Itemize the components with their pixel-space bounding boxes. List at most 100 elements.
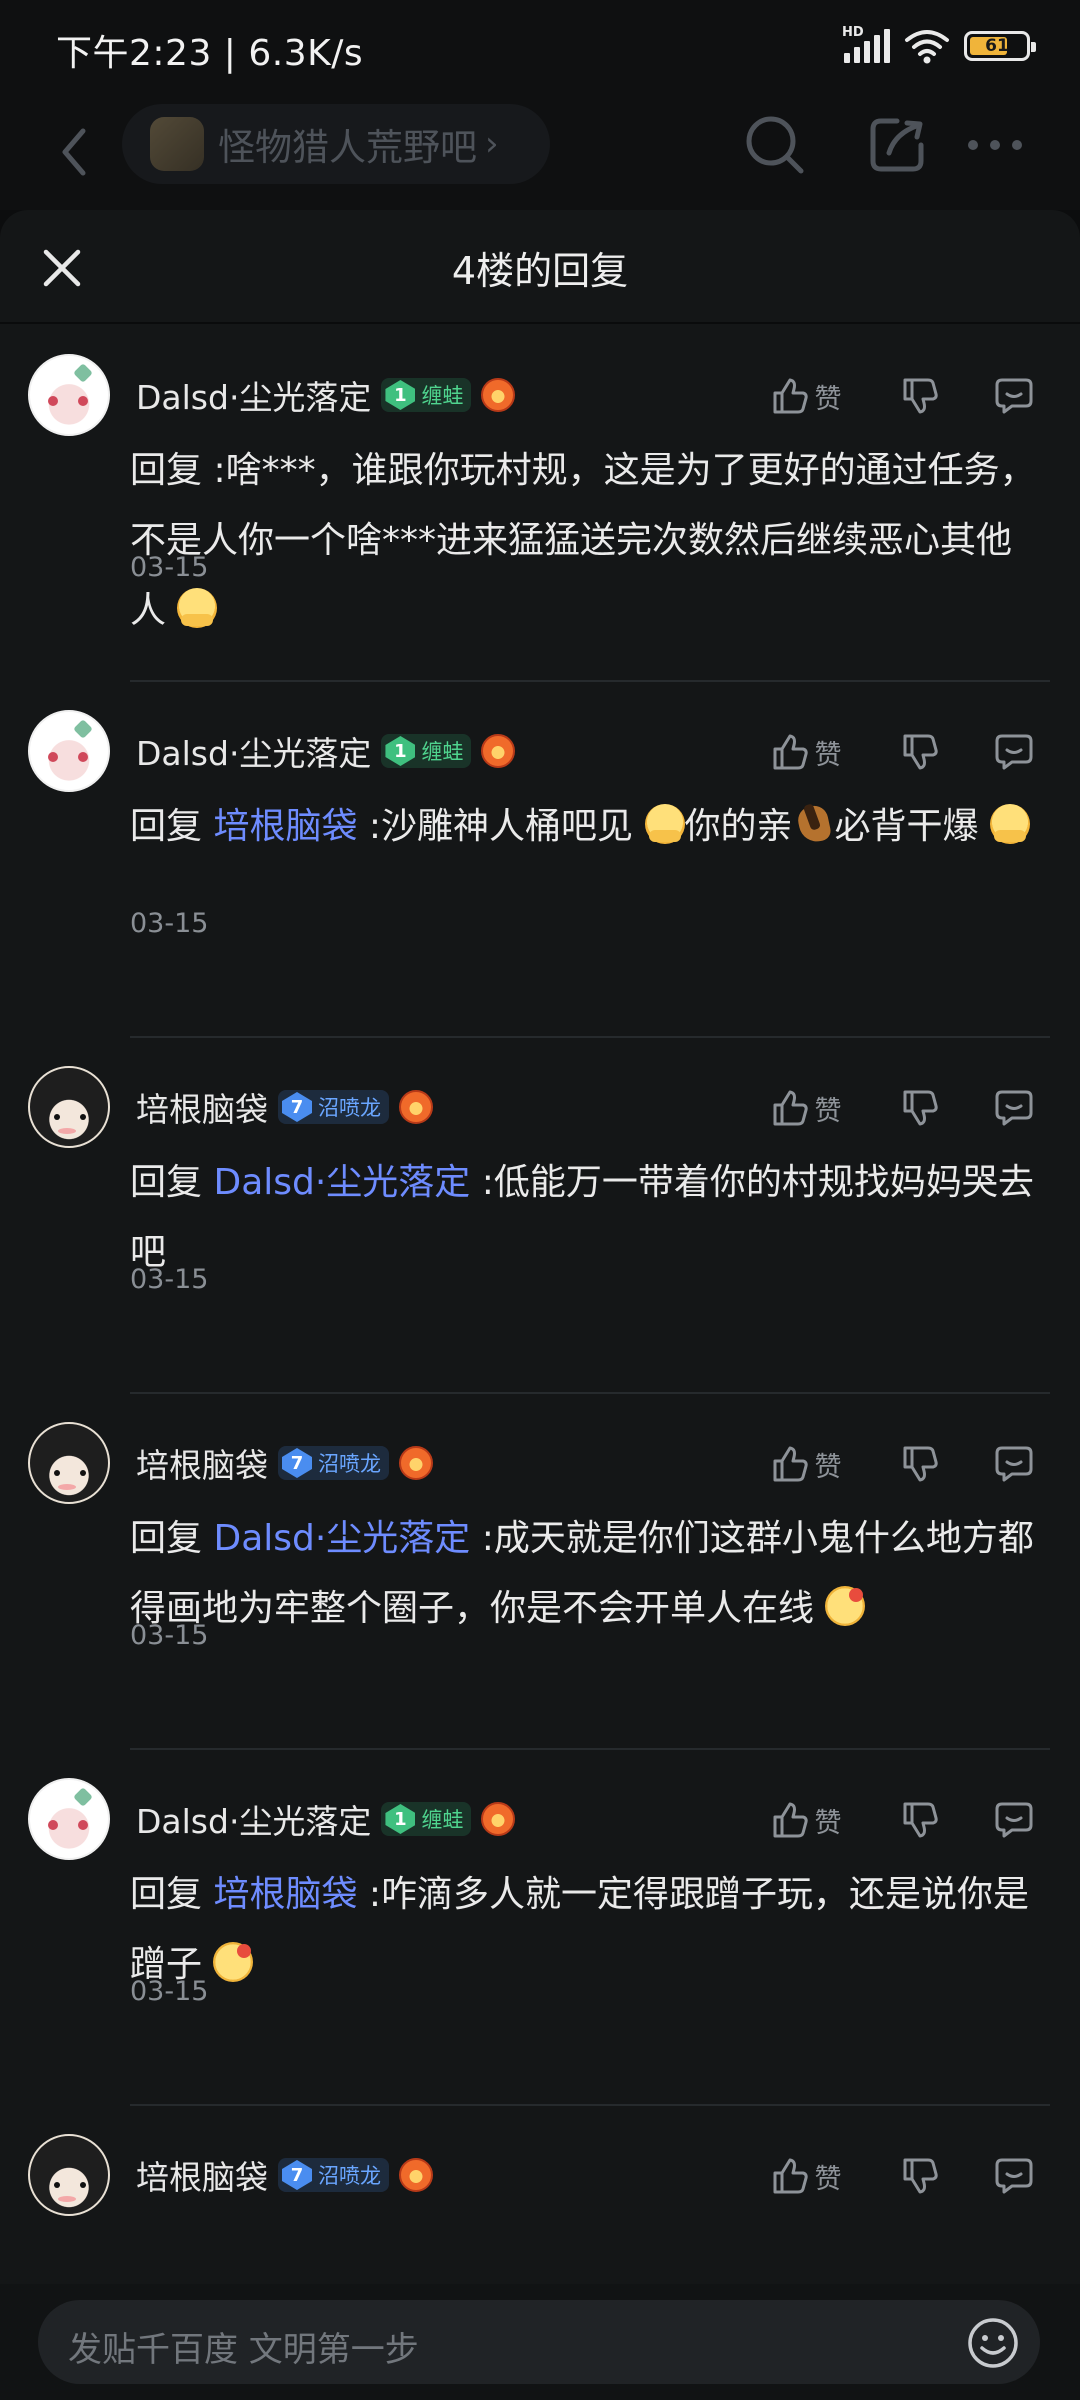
author-row: Dalsd·尘光落定 1 缠蛙 xyxy=(136,370,516,420)
reply-button[interactable] xyxy=(984,1078,1044,1138)
reply-date: 03-15 xyxy=(130,1620,209,1651)
status-icons: HD 61 xyxy=(842,25,1036,64)
mention-link[interactable]: 培根脑袋 xyxy=(213,806,357,847)
author-name[interactable]: Dalsd·尘光落定 xyxy=(136,727,371,775)
hug-emoji-icon xyxy=(989,804,1030,844)
level-badge: 7 沼喷龙 xyxy=(278,1446,389,1480)
reply-button[interactable] xyxy=(984,722,1044,782)
chevron-right-icon: › xyxy=(485,124,499,164)
game-badge-icon xyxy=(481,378,516,412)
reply-button[interactable] xyxy=(984,2146,1044,2206)
status-bar: 下午2:23 | 6.3K/s HD 61 xyxy=(0,0,1080,100)
forum-link[interactable]: 怪物猎人荒野吧 › xyxy=(122,104,550,184)
author-name[interactable]: 培根脑袋 xyxy=(136,2151,268,2199)
reply-prefix: 回复 xyxy=(130,450,203,491)
dislike-button[interactable] xyxy=(890,366,950,426)
reply-content: 回复 :啥***，谁跟你玩村规，这是为了更好的通过任务，不是人你一个啥***进来… xyxy=(130,436,1040,646)
wifi-icon xyxy=(905,30,949,64)
emoji-icon[interactable] xyxy=(966,2316,1020,2370)
mention-link[interactable]: 培根脑袋 xyxy=(213,1874,357,1915)
like-label: 赞 xyxy=(814,1095,842,1127)
reply-button[interactable] xyxy=(984,1790,1044,1850)
horse-emoji-icon xyxy=(793,802,835,844)
avatar[interactable] xyxy=(28,710,110,792)
reply-item: Dalsd·尘光落定 1 缠蛙 赞 回复 xyxy=(0,682,1080,1038)
reply-item: 培根脑袋 7 沼喷龙 赞 回复 Dals xyxy=(0,1394,1080,1750)
forum-avatar xyxy=(150,117,204,171)
author-row: 培根脑袋 7 沼喷龙 xyxy=(136,1082,433,1132)
author-name[interactable]: Dalsd·尘光落定 xyxy=(136,1795,371,1843)
wink-emoji-icon xyxy=(213,1942,254,1982)
reply-text: 必背干爆 xyxy=(834,806,990,847)
battery-level: 61 xyxy=(985,36,1009,56)
search-icon xyxy=(746,116,804,174)
mention-link[interactable]: Dalsd·尘光落定 xyxy=(213,1518,470,1559)
author-name[interactable]: 培根脑袋 xyxy=(136,1083,268,1131)
cellular-signal-icon: HD xyxy=(842,25,890,63)
comment-input-bar: 发贴千百度 文明第一步 xyxy=(0,2284,1080,2400)
thumbs-up-icon xyxy=(773,1802,808,1838)
author-row: Dalsd·尘光落定 1 缠蛙 xyxy=(136,726,516,776)
dislike-button[interactable] xyxy=(890,1078,950,1138)
more-icon xyxy=(968,140,1022,150)
avatar[interactable] xyxy=(28,354,110,436)
like-button[interactable]: 赞 xyxy=(756,2146,856,2206)
level-badge: 1 缠蛙 xyxy=(381,1802,472,1836)
thumbs-up-icon xyxy=(773,1090,808,1126)
like-button[interactable]: 赞 xyxy=(756,1790,856,1850)
mention-link[interactable]: Dalsd·尘光落定 xyxy=(213,1162,470,1203)
author-row: 培根脑袋 7 沼喷龙 xyxy=(136,1438,433,1488)
reply-button[interactable] xyxy=(984,1434,1044,1494)
dislike-button[interactable] xyxy=(890,1790,950,1850)
level-number: 1 xyxy=(385,736,416,766)
comment-input[interactable]: 发贴千百度 文明第一步 xyxy=(38,2300,1040,2384)
thumbs-down-icon xyxy=(903,1802,938,1838)
author-name[interactable]: Dalsd·尘光落定 xyxy=(136,371,371,419)
reply-prefix: 回复 xyxy=(130,806,203,847)
avatar[interactable] xyxy=(28,1422,110,1504)
comment-icon xyxy=(995,2158,1033,2194)
share-button[interactable] xyxy=(862,110,932,180)
avatar[interactable] xyxy=(28,1066,110,1148)
game-badge-icon xyxy=(481,734,516,768)
like-button[interactable]: 赞 xyxy=(756,366,856,426)
forum-name: 怪物猎人荒野吧 xyxy=(218,126,477,169)
badge-title: 沼喷龙 xyxy=(318,1096,381,1120)
like-button[interactable]: 赞 xyxy=(756,722,856,782)
back-button[interactable] xyxy=(44,122,104,182)
thumbs-down-icon xyxy=(903,2158,938,2194)
reply-item: Dalsd·尘光落定 1 缠蛙 赞 回复 xyxy=(0,1750,1080,2106)
level-badge: 7 沼喷龙 xyxy=(278,2158,389,2192)
sheet-header: 4楼的回复 xyxy=(0,210,1080,324)
more-button[interactable] xyxy=(960,110,1030,180)
reply-item: 培根脑袋 7 沼喷龙 赞 回复 Dals xyxy=(0,1038,1080,1394)
reply-date: 03-15 xyxy=(130,1976,209,2007)
search-button[interactable] xyxy=(740,110,810,180)
reply-text: 你的亲 xyxy=(684,806,793,847)
sheet-title: 4楼的回复 xyxy=(451,249,629,293)
reply-text: :沙雕神人桶吧见 xyxy=(357,806,645,847)
badge-title: 缠蛙 xyxy=(421,1808,464,1832)
reply-actions: 赞 xyxy=(756,366,1044,426)
level-number: 7 xyxy=(282,1448,312,1478)
wink-emoji-icon xyxy=(825,1586,866,1626)
level-badge: 1 缠蛙 xyxy=(381,378,472,412)
dislike-button[interactable] xyxy=(890,1434,950,1494)
like-button[interactable]: 赞 xyxy=(756,1078,856,1138)
dislike-button[interactable] xyxy=(890,722,950,782)
reply-content: 回复 Dalsd·尘光落定 :低能万一带着你的村规找妈妈哭去吧 xyxy=(130,1148,1040,1288)
reply-content: 回复 Dalsd·尘光落定 :成天就是你们这群小鬼什么地方都得画地为牢整个圈子，… xyxy=(130,1504,1040,1644)
reply-actions: 赞 xyxy=(756,722,1044,782)
game-badge-icon xyxy=(399,1090,433,1124)
avatar[interactable] xyxy=(28,1778,110,1860)
like-button[interactable]: 赞 xyxy=(756,1434,856,1494)
thumbs-down-icon xyxy=(903,734,938,770)
comment-input-placeholder: 发贴千百度 文明第一步 xyxy=(68,2330,419,2370)
reply-list[interactable]: Dalsd·尘光落定 1 缠蛙 赞 回复:啥***，谁跟你玩村规，这是为了更好… xyxy=(0,326,1080,2226)
avatar[interactable] xyxy=(28,2134,110,2216)
hug-emoji-icon xyxy=(177,588,218,628)
game-badge-icon xyxy=(399,2158,433,2192)
reply-button[interactable] xyxy=(984,366,1044,426)
author-name[interactable]: 培根脑袋 xyxy=(136,1439,268,1487)
dislike-button[interactable] xyxy=(890,2146,950,2206)
